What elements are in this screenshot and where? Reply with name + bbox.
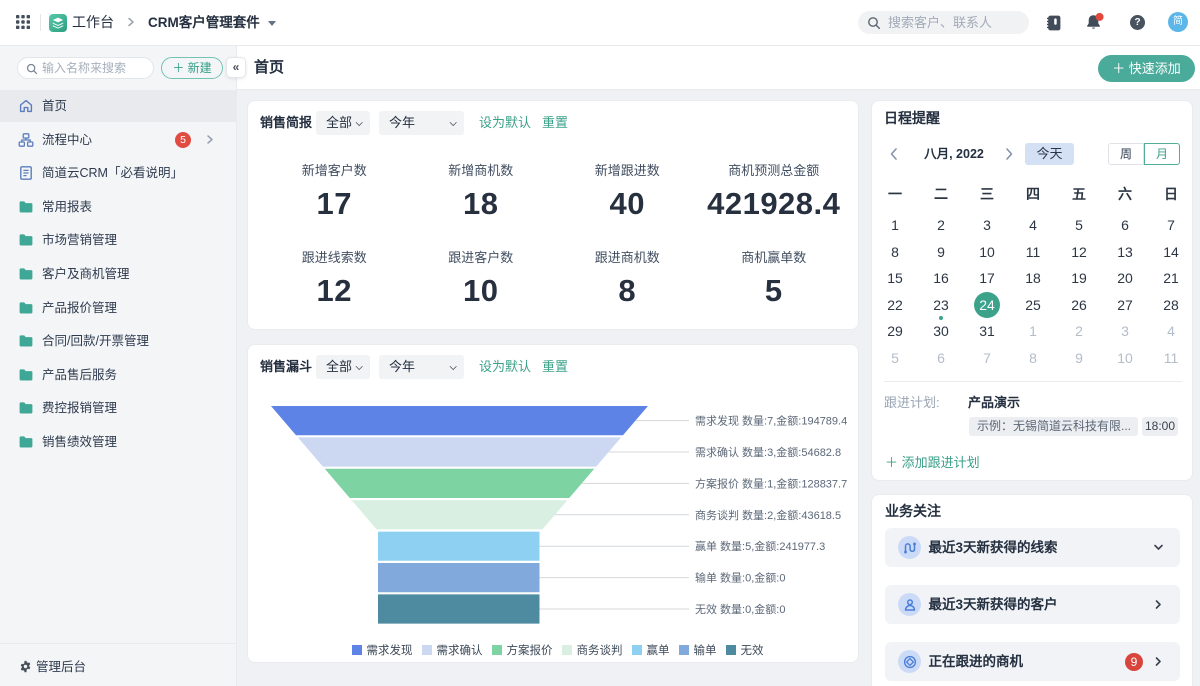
svg-text:方案报价 数量:1,金额:128837.7: 方案报价 数量:1,金额:128837.7: [695, 476, 847, 490]
svg-text:输单 数量:0,金额:0: 输单 数量:0,金额:0: [695, 571, 785, 585]
svg-text:商务谈判 数量:2,金额:43618.5: 商务谈判 数量:2,金额:43618.5: [695, 508, 841, 522]
svg-text:无效 数量:0,金额:0: 无效 数量:0,金额:0: [695, 602, 785, 616]
svg-text:需求确认 数量:3,金额:54682.8: 需求确认 数量:3,金额:54682.8: [695, 445, 841, 459]
svg-text:赢单 数量:5,金额:241977.3: 赢单 数量:5,金额:241977.3: [695, 539, 825, 553]
svg-text:需求发现 数量:7,金额:194789.4: 需求发现 数量:7,金额:194789.4: [695, 414, 847, 428]
